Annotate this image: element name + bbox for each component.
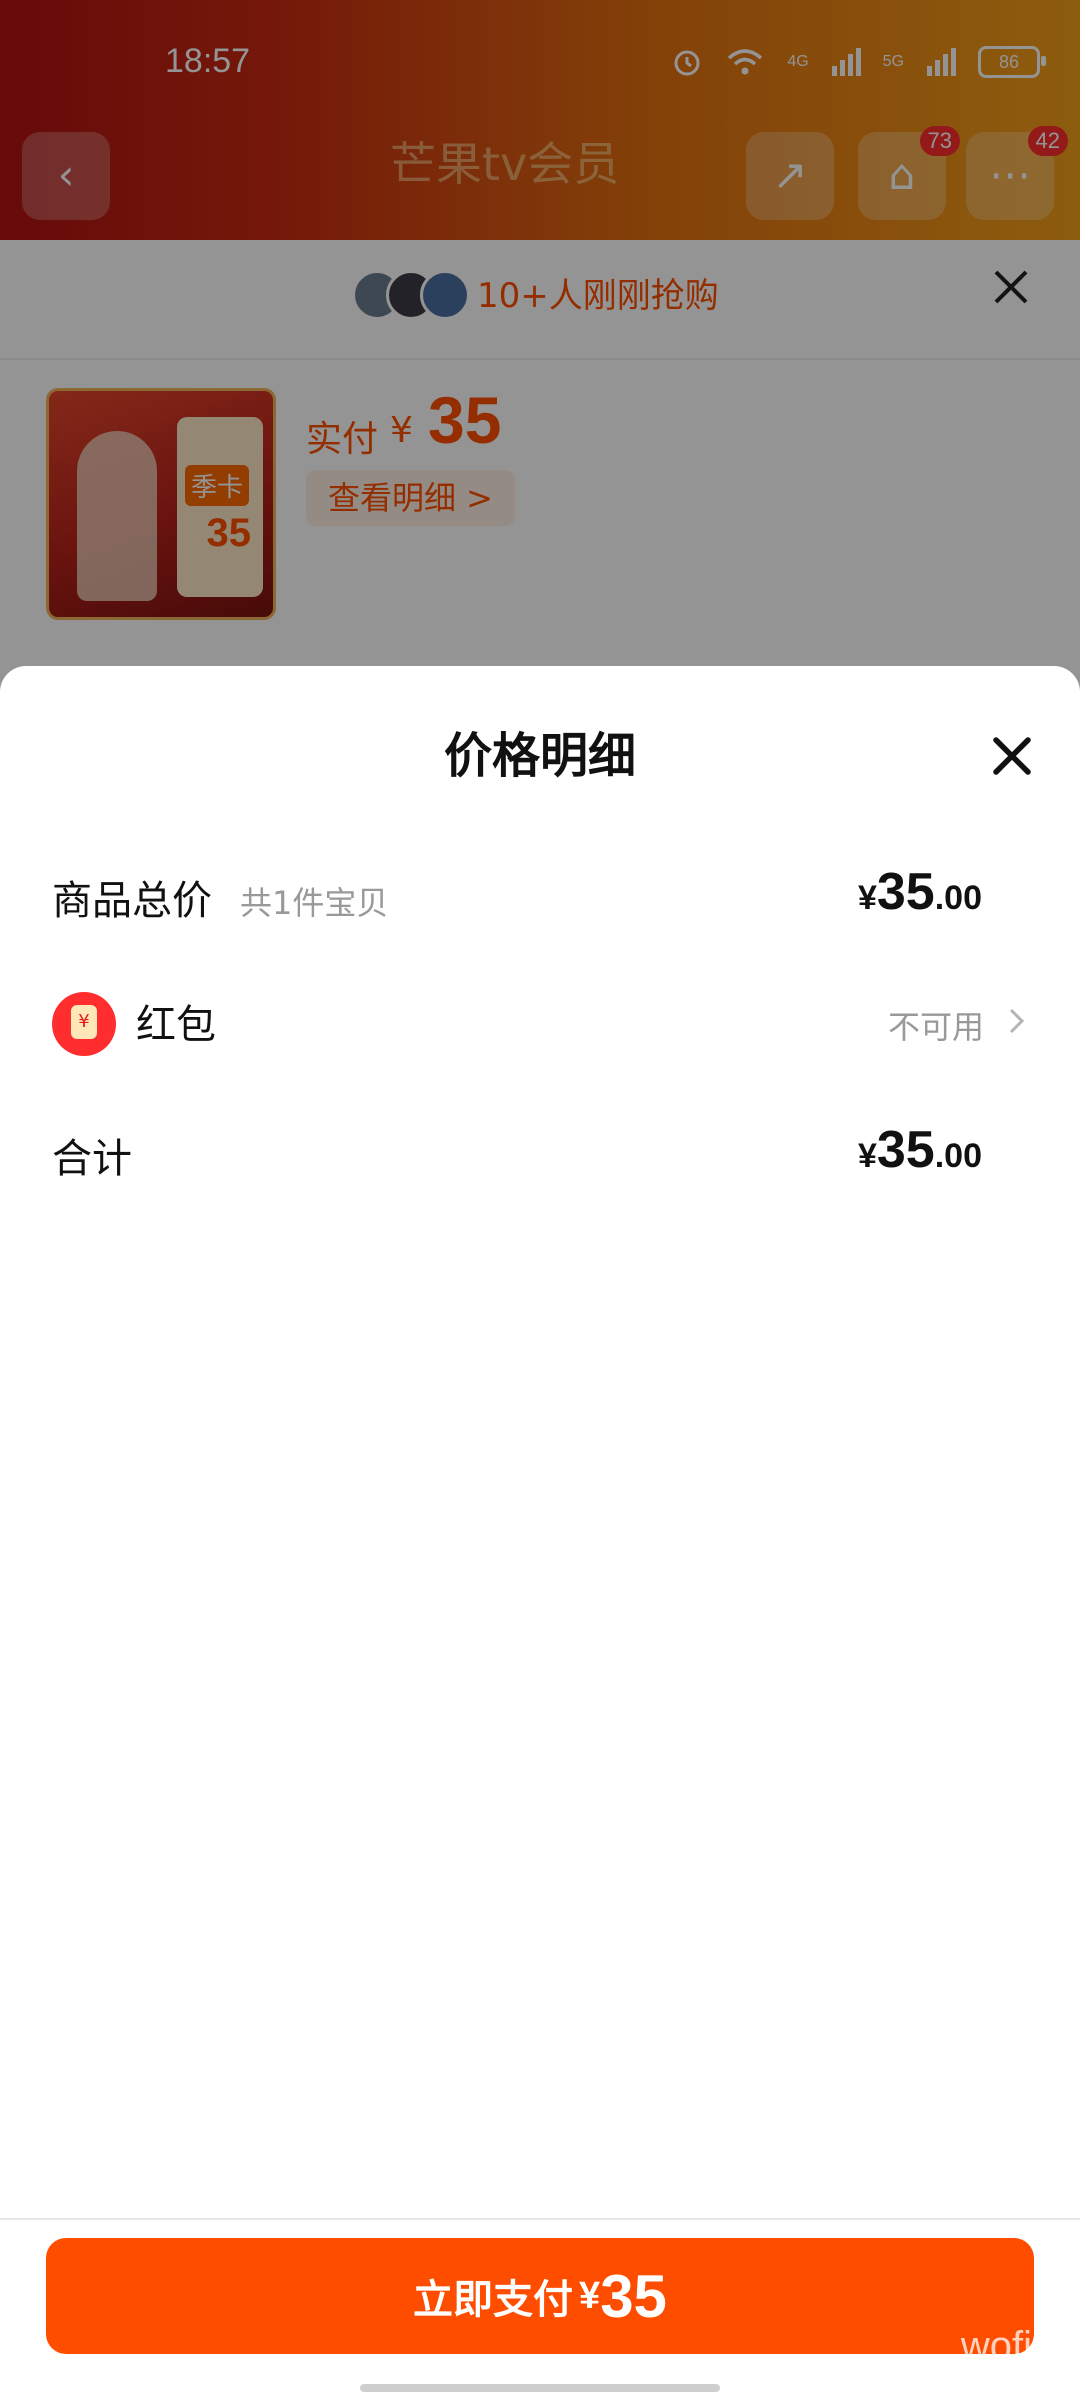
watermark: wofix (960, 2324, 1052, 2368)
close-icon[interactable] (990, 734, 1034, 778)
red-packet-label: 红包 (136, 1002, 216, 1048)
total-amount: ¥35.00 (858, 1120, 982, 1180)
total-row: 合计 ¥35.00 (52, 1106, 1028, 1196)
currency-symbol: ¥ (857, 879, 877, 917)
home-indicator[interactable] (360, 2384, 720, 2392)
item-count: 共1件宝贝 (240, 884, 389, 922)
pay-now-amount: 35 (600, 2262, 667, 2330)
red-packet-status: 不可用 (887, 1008, 984, 1046)
price-detail-modal: 价格明细 商品总价 共1件宝贝 ¥35.00 ¥ 红包 不可用 合计 ¥35.0… (0, 666, 1080, 2400)
modal-title: 价格明细 (443, 728, 636, 784)
bottom-divider (0, 2218, 1080, 2220)
subtotal-label: 商品总价 (52, 878, 212, 924)
subtotal-row: 商品总价 共1件宝贝 ¥35.00 (52, 848, 1028, 938)
pay-now-button[interactable]: 立即支付 ¥ 35 (46, 2238, 1034, 2354)
chevron-right-icon (1009, 1008, 1025, 1034)
pay-now-label: 立即支付 (413, 2277, 574, 2323)
currency-symbol: ¥ (857, 1137, 877, 1175)
red-packet-row[interactable]: ¥ 红包 不可用 (52, 972, 1028, 1062)
pay-now-currency: ¥ (579, 2274, 601, 2317)
amount-integer: 35 (876, 863, 935, 921)
total-label: 合计 (52, 1136, 132, 1182)
amount-decimal: .00 (934, 879, 982, 917)
amount-decimal: .00 (934, 1137, 982, 1175)
subtotal-amount: ¥35.00 (858, 862, 982, 922)
amount-integer: 35 (876, 1121, 935, 1179)
red-packet-icon: ¥ (52, 992, 116, 1056)
red-packet-yen-glyph: ¥ (71, 1005, 97, 1039)
